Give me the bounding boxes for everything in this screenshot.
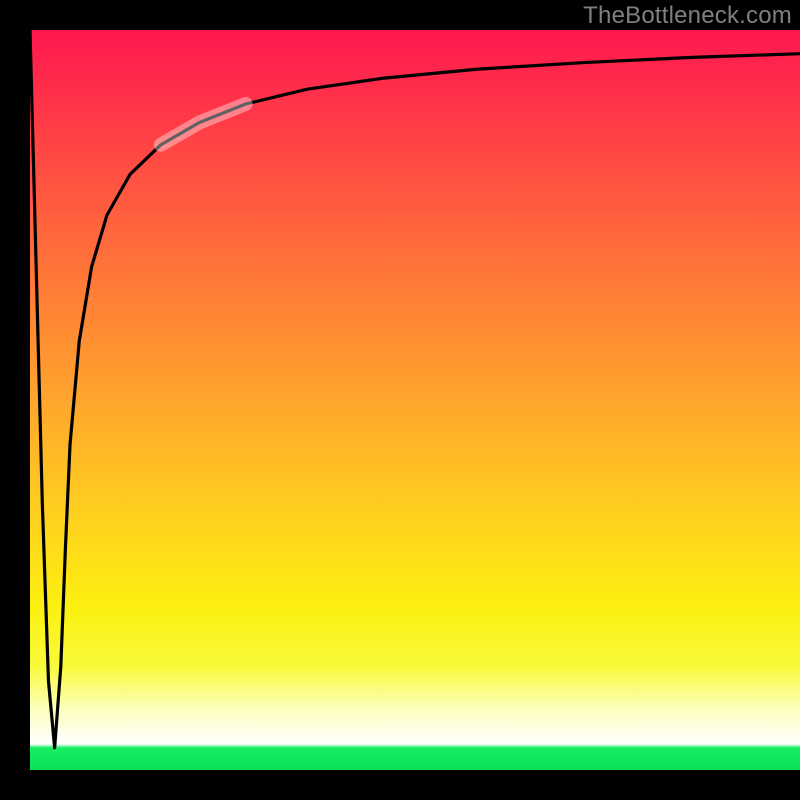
watermark-text: TheBottleneck.com	[583, 2, 792, 30]
curve-highlight-segment	[161, 104, 246, 145]
bottleneck-curve	[30, 30, 800, 748]
chart-svg	[30, 30, 800, 770]
chart-plot-area	[30, 30, 800, 770]
